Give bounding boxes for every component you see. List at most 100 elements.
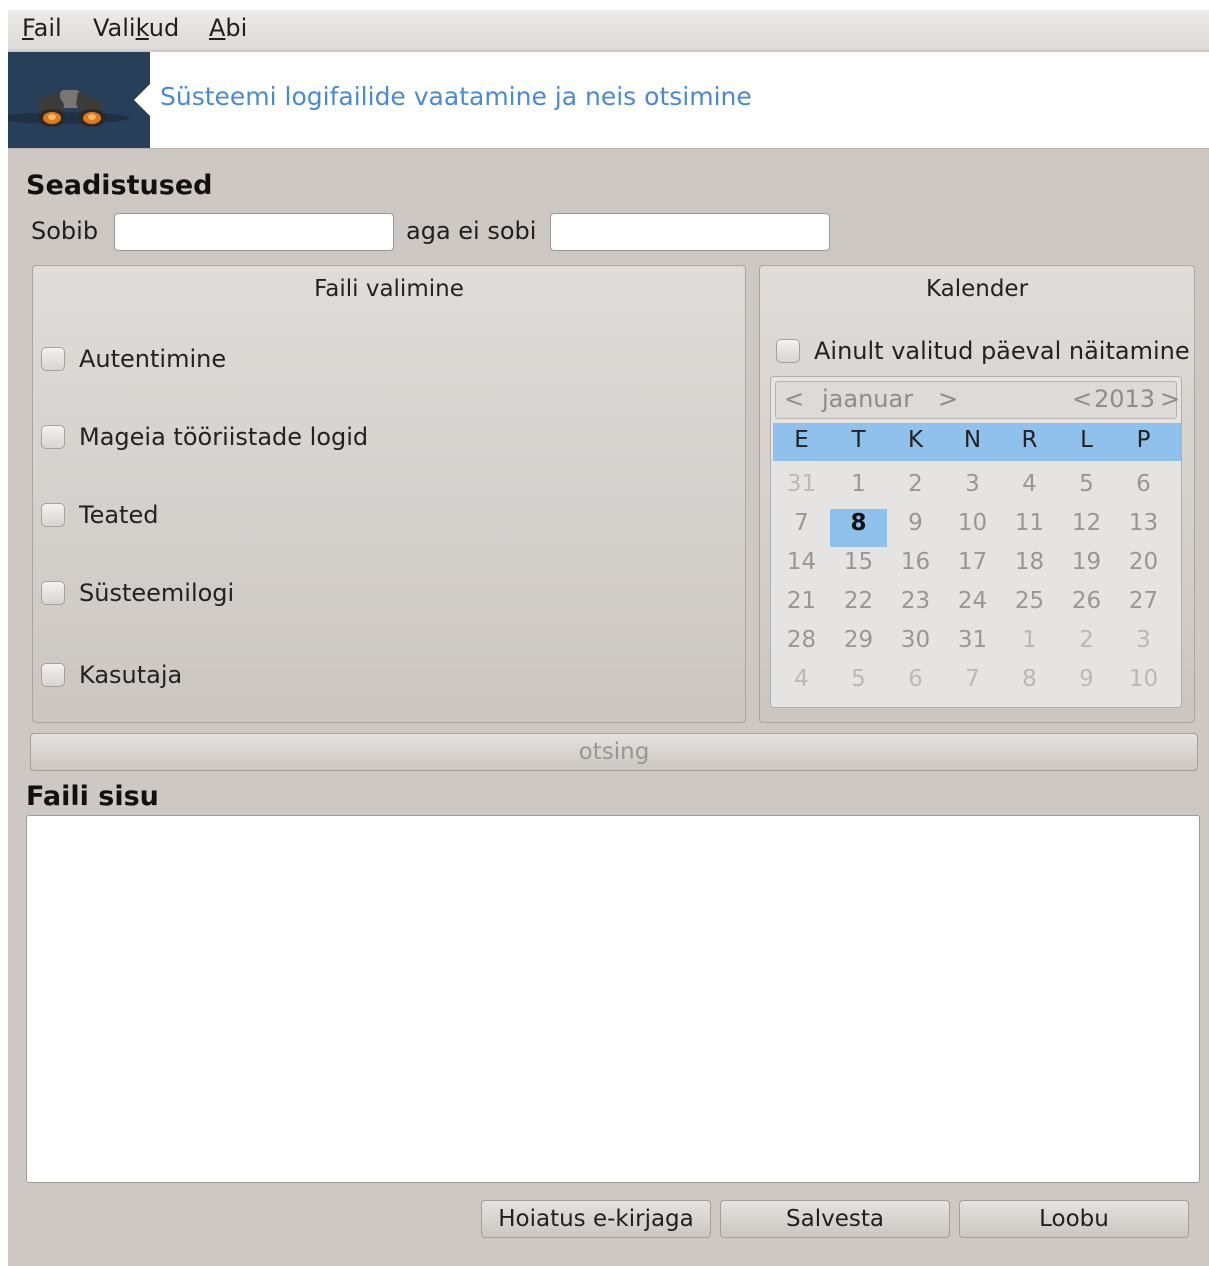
file-option-label: Mageia tööriistade logid bbox=[79, 423, 369, 451]
calendar-day[interactable]: 22 bbox=[830, 588, 887, 614]
calendar-day[interactable]: 12 bbox=[1058, 510, 1115, 536]
calendar-day[interactable]: 30 bbox=[887, 627, 944, 653]
only-selected-day-option[interactable]: Ainult valitud päeval näitamine bbox=[776, 337, 1190, 365]
next-year-button[interactable]: > bbox=[1160, 385, 1180, 413]
checkbox[interactable] bbox=[41, 663, 65, 687]
calendar-day[interactable]: 1 bbox=[1001, 627, 1058, 653]
file-option-label: Süsteemilogi bbox=[79, 579, 235, 607]
calendar-day[interactable]: 10 bbox=[1115, 666, 1172, 692]
file-content-area[interactable] bbox=[26, 815, 1200, 1183]
calendar-day[interactable]: 19 bbox=[1058, 549, 1115, 575]
calendar-day[interactable]: 20 bbox=[1115, 549, 1172, 575]
calendar-day[interactable]: 5 bbox=[830, 666, 887, 692]
calendar-widget[interactable]: < jaanuar > < 2013 > E T K N R L P 31 1 2 3… bbox=[770, 376, 1182, 708]
file-option-label: Kasutaja bbox=[79, 661, 183, 689]
file-selection-frame: Faili valimine Autentimine Mageia töörii… bbox=[32, 265, 746, 723]
save-button[interactable]: Salvesta bbox=[720, 1200, 950, 1238]
calendar-title: Kalender bbox=[925, 276, 1029, 302]
menu-options-mnemonic: k bbox=[135, 14, 149, 42]
calendar-day[interactable]: 21 bbox=[773, 588, 830, 614]
calendar-day[interactable]: 16 bbox=[887, 549, 944, 575]
checkbox[interactable] bbox=[776, 339, 800, 363]
calendar-day[interactable]: 17 bbox=[944, 549, 1001, 575]
file-option-auth[interactable]: Autentimine bbox=[41, 345, 226, 373]
day-name: K bbox=[907, 427, 924, 453]
banner-icon-box bbox=[8, 52, 150, 148]
calendar-day[interactable]: 13 bbox=[1115, 510, 1172, 536]
calendar-day[interactable]: 3 bbox=[1115, 627, 1172, 653]
calendar-day[interactable]: 6 bbox=[1115, 471, 1172, 497]
calendar-day[interactable]: 2 bbox=[1058, 627, 1115, 653]
menu-options-rest: ud bbox=[148, 14, 180, 42]
calendar-day[interactable]: 15 bbox=[830, 549, 887, 575]
day-name: N bbox=[963, 427, 982, 453]
banner: Süsteemi logifailide vaatamine ja neis o… bbox=[8, 52, 1209, 149]
calendar-day[interactable]: 31 bbox=[773, 471, 830, 497]
checkbox[interactable] bbox=[41, 581, 65, 605]
calendar-day[interactable]: 23 bbox=[887, 588, 944, 614]
mail-alert-button[interactable]: Hoiatus e-kirjaga bbox=[481, 1200, 711, 1238]
prev-month-button[interactable]: < bbox=[784, 385, 804, 413]
day-name: T bbox=[851, 427, 866, 453]
binoculars-icon bbox=[8, 84, 150, 127]
menu-file-rest: ail bbox=[33, 14, 62, 42]
calendar-day[interactable]: 29 bbox=[830, 627, 887, 653]
calendar-day[interactable]: 27 bbox=[1115, 588, 1172, 614]
calendar-header: < jaanuar > < 2013 > bbox=[775, 381, 1180, 419]
search-button[interactable]: otsing bbox=[30, 733, 1198, 771]
nomatch-input[interactable] bbox=[550, 213, 830, 251]
cancel-button[interactable]: Loobu bbox=[959, 1200, 1189, 1238]
checkbox[interactable] bbox=[41, 503, 65, 527]
calendar-day[interactable]: 24 bbox=[944, 588, 1001, 614]
calendar-day[interactable]: 6 bbox=[887, 666, 944, 692]
calendar-day-names: E T K N R L P bbox=[773, 423, 1181, 461]
calendar-day[interactable]: 1 bbox=[830, 471, 887, 497]
prev-year-button[interactable]: < bbox=[1072, 385, 1092, 413]
menu-options[interactable]: Valikud bbox=[93, 14, 179, 42]
calendar-day[interactable]: 4 bbox=[1001, 471, 1058, 497]
file-option-syslog[interactable]: Süsteemilogi bbox=[41, 579, 234, 607]
calendar-day[interactable]: 26 bbox=[1058, 588, 1115, 614]
match-input[interactable] bbox=[114, 213, 394, 251]
calendar-day[interactable]: 5 bbox=[1058, 471, 1115, 497]
settings-heading: Seadistused bbox=[26, 170, 213, 201]
calendar-day[interactable]: 4 bbox=[773, 666, 830, 692]
file-selection-title: Faili valimine bbox=[314, 276, 464, 302]
file-option-mageia-tools[interactable]: Mageia tööriistade logid bbox=[41, 423, 368, 451]
day-name: L bbox=[1080, 427, 1093, 453]
calendar-day[interactable]: 9 bbox=[887, 510, 944, 536]
calendar-day[interactable]: 10 bbox=[944, 510, 1001, 536]
banner-title: Süsteemi logifailide vaatamine ja neis o… bbox=[160, 82, 752, 111]
calendar-day[interactable]: 31 bbox=[944, 627, 1001, 653]
calendar-day[interactable]: 3 bbox=[944, 471, 1001, 497]
menu-help-mnemonic: A bbox=[209, 14, 226, 42]
calendar-day[interactable]: 25 bbox=[1001, 588, 1058, 614]
calendar-day[interactable]: 11 bbox=[1001, 510, 1058, 536]
menubar: Fail Valikud Abi bbox=[8, 10, 1209, 50]
calendar-day[interactable]: 7 bbox=[773, 510, 830, 536]
menu-file-mnemonic: F bbox=[22, 14, 34, 42]
menu-help[interactable]: Abi bbox=[209, 14, 247, 42]
day-name: R bbox=[1021, 427, 1038, 453]
calendar-day[interactable]: 8 bbox=[1001, 666, 1058, 692]
calendar-day[interactable]: 18 bbox=[1001, 549, 1058, 575]
calendar-day[interactable]: 7 bbox=[944, 666, 1001, 692]
file-content-heading: Faili sisu bbox=[26, 781, 159, 812]
calendar-day[interactable]: 9 bbox=[1058, 666, 1115, 692]
file-option-user[interactable]: Kasutaja bbox=[41, 661, 182, 689]
year-label: 2013 bbox=[1094, 385, 1156, 413]
file-option-label: Teated bbox=[79, 501, 159, 529]
calendar-day[interactable]: 2 bbox=[887, 471, 944, 497]
checkbox[interactable] bbox=[41, 425, 65, 449]
calendar-day[interactable]: 28 bbox=[773, 627, 830, 653]
file-option-label: Autentimine bbox=[79, 345, 227, 373]
menu-file[interactable]: Fail bbox=[22, 14, 62, 42]
calendar-day[interactable]: 14 bbox=[773, 549, 830, 575]
file-option-messages[interactable]: Teated bbox=[41, 501, 158, 529]
nomatch-label: aga ei sobi bbox=[406, 217, 537, 245]
checkbox[interactable] bbox=[41, 347, 65, 371]
next-month-button[interactable]: > bbox=[938, 385, 958, 413]
month-label: jaanuar bbox=[822, 385, 914, 413]
calendar-day[interactable]: 8 bbox=[830, 510, 887, 536]
day-name: E bbox=[794, 427, 809, 453]
